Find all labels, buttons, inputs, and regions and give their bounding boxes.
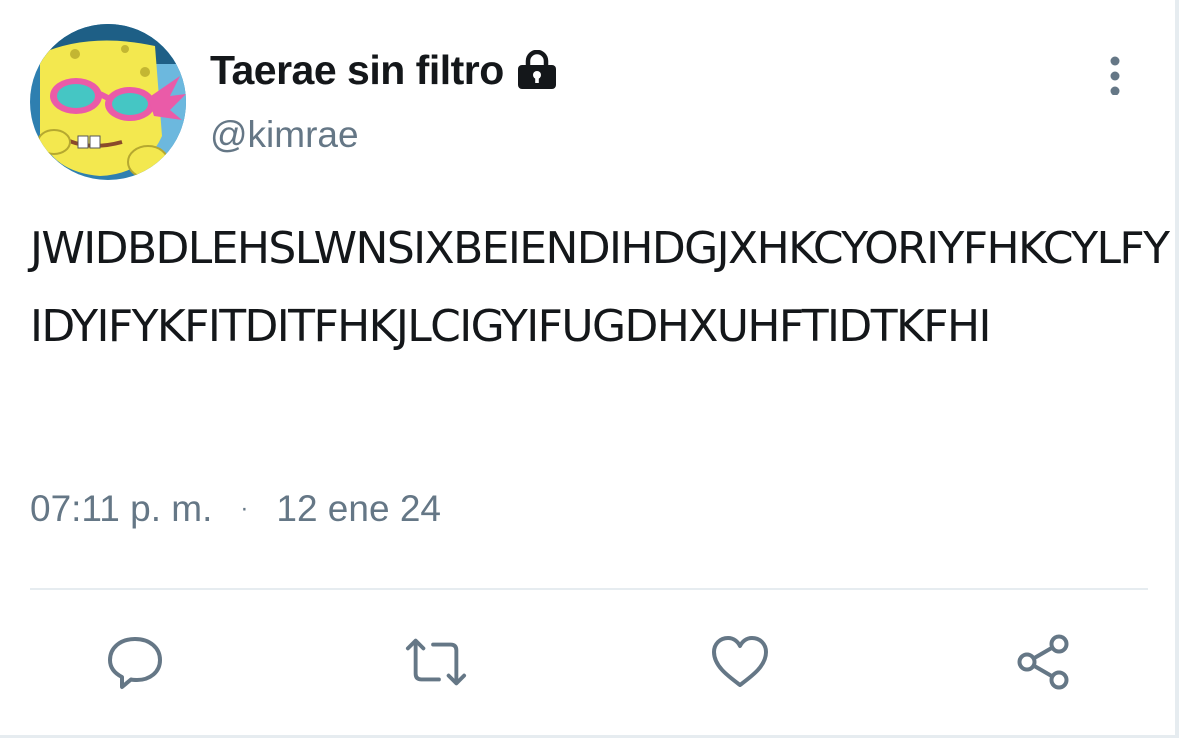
user-name-row: Taerae sin filtro (210, 42, 558, 98)
tweet-text: JWIDBDLEHSLWNSIXBEIENDIHDGJXHKCYORIYFHKC… (30, 223, 1170, 352)
more-options-button[interactable] (1098, 52, 1132, 98)
lock-icon (516, 50, 558, 90)
tweet-time[interactable]: 07:11 p. m. (30, 488, 212, 530)
tweet-timestamp: 07:11 p. m. · 12 ene 24 (30, 488, 441, 530)
retweet-icon (405, 638, 467, 686)
separator-dot: · (240, 495, 249, 522)
retweet-button[interactable] (404, 630, 468, 694)
reply-button[interactable] (103, 630, 167, 694)
user-handle[interactable]: @kimrae (210, 114, 359, 156)
avatar-image (30, 24, 186, 180)
avatar[interactable] (30, 24, 186, 180)
heart-icon (712, 636, 768, 687)
divider (30, 588, 1148, 590)
display-name[interactable]: Taerae sin filtro (210, 47, 504, 94)
share-button[interactable] (1012, 630, 1076, 694)
like-button[interactable] (708, 630, 772, 694)
more-vertical-icon (1110, 56, 1120, 95)
share-icon (1017, 634, 1069, 690)
tweet-date[interactable]: 12 ene 24 (276, 488, 441, 530)
tweet-card: Taerae sin filtro @kimrae JWIDBDLEHSLWNS… (0, 0, 1179, 738)
reply-icon (108, 637, 162, 689)
